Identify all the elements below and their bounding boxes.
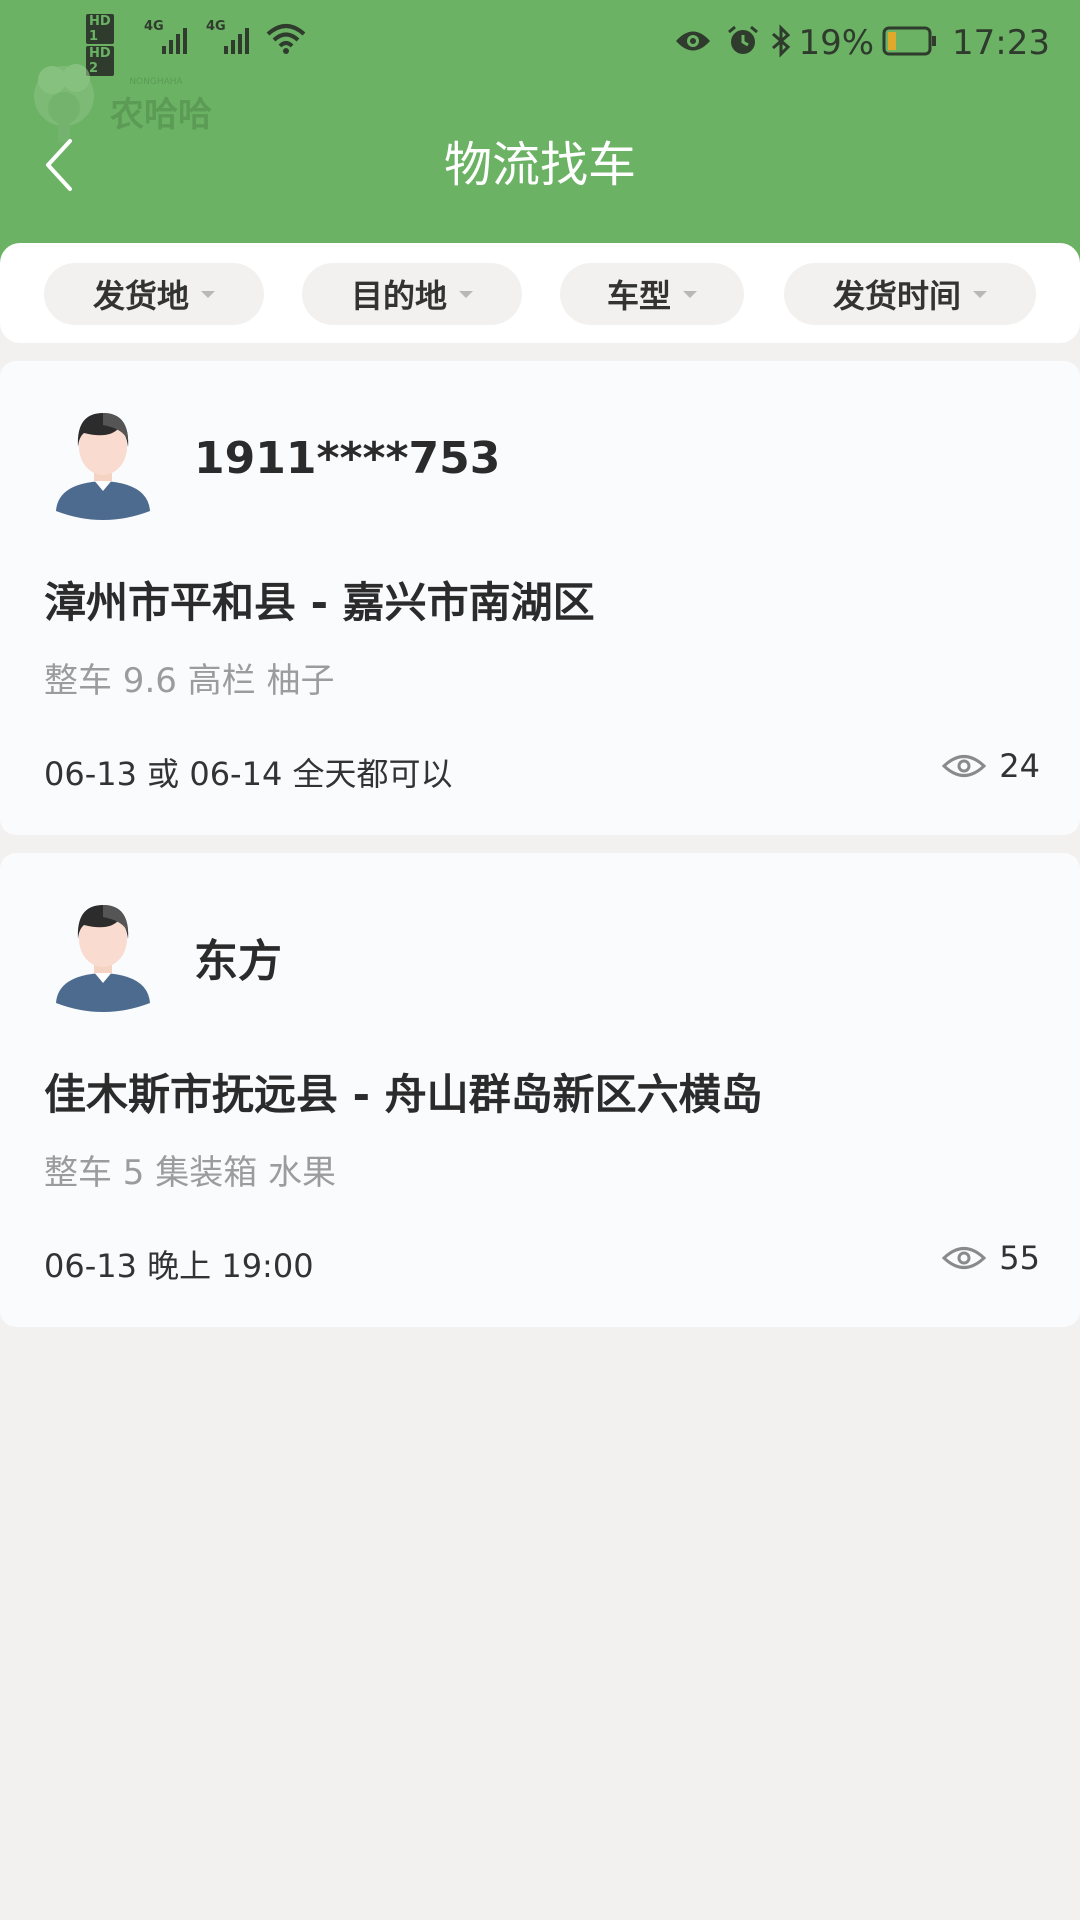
ship-time: 06-13 或 06-14 全天都可以 [44, 755, 453, 793]
sim1-label: HD 1 [86, 14, 117, 44]
alarm-icon [726, 24, 760, 62]
filter-ship-time[interactable]: 发货时间 [784, 263, 1036, 325]
signal-icon: 4G [144, 16, 196, 60]
battery-percent: 19% [798, 23, 875, 63]
clock: 17:23 [952, 23, 1050, 63]
svg-text:4G: 4G [144, 19, 164, 34]
bluetooth-icon [770, 24, 792, 62]
listing-card[interactable]: 1911****753 漳州市平和县 - 嘉兴市南湖区 整车 9.6 高栏 柚子… [0, 361, 1080, 835]
filter-ship-time-label: 发货时间 [832, 277, 961, 315]
route-text: 漳州市平和县 - 嘉兴市南湖区 [44, 578, 595, 627]
filter-vehicle-type-label: 车型 [606, 277, 671, 315]
page-title: 物流找车 [443, 137, 636, 193]
filter-bar: 发货地 目的地 车型 发货时间 [0, 243, 1080, 343]
ship-time: 06-13 晚上 19:00 [44, 1247, 314, 1285]
svg-text:农哈哈: 农哈哈 [110, 95, 212, 135]
eye-icon [942, 1247, 987, 1269]
listing-card[interactable]: 东方 佳木斯市抚远县 - 舟山群岛新区六横岛 整车 5 集装箱 水果 06-13… [0, 853, 1080, 1327]
svg-text:NONGHAHA: NONGHAHA [129, 77, 183, 87]
vehicle-spec: 整车 9.6 高栏 柚子 [44, 661, 335, 701]
filter-vehicle-type[interactable]: 车型 [560, 263, 744, 325]
caret-down-icon [201, 290, 215, 298]
avatar [48, 401, 158, 521]
caret-down-icon [973, 290, 987, 298]
view-count: 55 [941, 1239, 1040, 1277]
avatar [48, 893, 158, 1013]
eye-icon [942, 755, 987, 777]
caret-down-icon [683, 290, 697, 298]
battery-icon [882, 26, 938, 60]
filter-destination[interactable]: 目的地 [302, 263, 522, 325]
filter-origin[interactable]: 发货地 [44, 263, 264, 325]
signal-icon-2: 4G [206, 16, 258, 60]
view-count: 24 [941, 747, 1040, 785]
poster-name: 1911****753 [194, 433, 501, 484]
vehicle-spec: 整车 5 集装箱 水果 [44, 1153, 337, 1193]
svg-text:4G: 4G [206, 19, 226, 34]
view-count-value: 24 [999, 747, 1040, 785]
view-count-value: 55 [999, 1239, 1040, 1277]
route-text: 佳木斯市抚远县 - 舟山群岛新区六横岛 [44, 1070, 763, 1119]
poster-name: 东方 [194, 936, 282, 987]
wifi-icon [266, 22, 306, 60]
filter-origin-label: 发货地 [92, 277, 189, 315]
caret-down-icon [459, 290, 473, 298]
filter-destination-label: 目的地 [350, 277, 447, 315]
eye-icon [674, 28, 712, 58]
status-right: 19% 17:23 [674, 18, 1050, 68]
